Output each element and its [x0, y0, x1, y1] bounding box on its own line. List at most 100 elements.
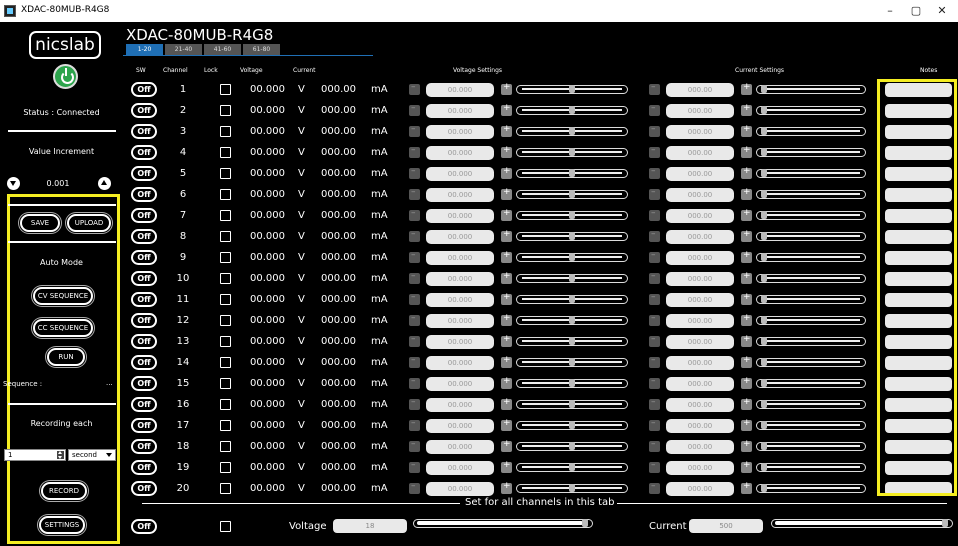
current-slider[interactable]: [756, 232, 866, 241]
current-slider[interactable]: [756, 190, 866, 199]
current-decrement-button[interactable]: [649, 250, 660, 263]
current-increment-button[interactable]: [741, 355, 752, 368]
voltage-increment-button[interactable]: [501, 82, 512, 95]
current-slider[interactable]: [756, 484, 866, 493]
current-decrement-button[interactable]: [649, 355, 660, 368]
channel-switch[interactable]: Off: [131, 334, 157, 349]
current-setting-input[interactable]: 000.00: [666, 482, 734, 496]
voltage-decrement-button[interactable]: [409, 313, 420, 326]
current-increment-button[interactable]: [741, 439, 752, 452]
channel-switch[interactable]: Off: [131, 460, 157, 475]
voltage-decrement-button[interactable]: [409, 481, 420, 494]
voltage-setting-input[interactable]: 00.000: [426, 335, 494, 349]
voltage-setting-input[interactable]: 00.000: [426, 188, 494, 202]
power-icon[interactable]: [53, 64, 78, 89]
voltage-slider[interactable]: [516, 442, 628, 451]
current-decrement-button[interactable]: [649, 439, 660, 452]
lock-checkbox[interactable]: [220, 483, 231, 494]
current-slider[interactable]: [756, 379, 866, 388]
recording-interval-input[interactable]: 1: [4, 449, 66, 461]
lock-checkbox[interactable]: [220, 252, 231, 263]
voltage-increment-button[interactable]: [501, 418, 512, 431]
channel-switch[interactable]: Off: [131, 208, 157, 223]
triangle-down-icon[interactable]: [7, 177, 20, 190]
upload-button[interactable]: UPLOAD: [67, 214, 111, 232]
current-increment-button[interactable]: [741, 418, 752, 431]
voltage-slider[interactable]: [516, 295, 628, 304]
voltage-setting-input[interactable]: 00.000: [426, 482, 494, 496]
voltage-slider[interactable]: [516, 85, 628, 94]
current-decrement-button[interactable]: [649, 460, 660, 473]
current-slider[interactable]: [756, 463, 866, 472]
lock-checkbox[interactable]: [220, 210, 231, 221]
current-setting-input[interactable]: 000.00: [666, 251, 734, 265]
voltage-increment-button[interactable]: [501, 166, 512, 179]
channel-switch[interactable]: Off: [131, 481, 157, 496]
voltage-decrement-button[interactable]: [409, 229, 420, 242]
channel-switch[interactable]: Off: [131, 229, 157, 244]
current-decrement-button[interactable]: [649, 418, 660, 431]
current-increment-button[interactable]: [741, 460, 752, 473]
voltage-increment-button[interactable]: [501, 208, 512, 221]
lock-checkbox[interactable]: [220, 399, 231, 410]
channel-switch[interactable]: Off: [131, 418, 157, 433]
voltage-decrement-button[interactable]: [409, 187, 420, 200]
current-decrement-button[interactable]: [649, 103, 660, 116]
voltage-decrement-button[interactable]: [409, 334, 420, 347]
voltage-decrement-button[interactable]: [409, 208, 420, 221]
voltage-slider[interactable]: [516, 148, 628, 157]
current-setting-input[interactable]: 000.00: [666, 314, 734, 328]
lock-checkbox[interactable]: [220, 189, 231, 200]
current-decrement-button[interactable]: [649, 208, 660, 221]
current-setting-input[interactable]: 000.00: [666, 209, 734, 223]
voltage-setting-input[interactable]: 00.000: [426, 356, 494, 370]
voltage-decrement-button[interactable]: [409, 250, 420, 263]
current-decrement-button[interactable]: [649, 313, 660, 326]
voltage-increment-button[interactable]: [501, 271, 512, 284]
current-decrement-button[interactable]: [649, 334, 660, 347]
lock-checkbox[interactable]: [220, 420, 231, 431]
recording-unit-select[interactable]: second: [68, 449, 116, 461]
close-button[interactable]: ✕: [928, 2, 956, 20]
voltage-decrement-button[interactable]: [409, 355, 420, 368]
voltage-decrement-button[interactable]: [409, 145, 420, 158]
set-all-switch[interactable]: Off: [131, 519, 157, 534]
cv-sequence-button[interactable]: CV SEQUENCE: [33, 287, 93, 305]
lock-checkbox[interactable]: [220, 231, 231, 242]
current-setting-input[interactable]: 000.00: [666, 461, 734, 475]
current-increment-button[interactable]: [741, 313, 752, 326]
voltage-decrement-button[interactable]: [409, 460, 420, 473]
voltage-slider[interactable]: [516, 463, 628, 472]
current-slider[interactable]: [756, 148, 866, 157]
voltage-increment-button[interactable]: [501, 397, 512, 410]
lock-checkbox[interactable]: [220, 462, 231, 473]
channel-switch[interactable]: Off: [131, 103, 157, 118]
lock-checkbox[interactable]: [220, 441, 231, 452]
settings-button[interactable]: SETTINGS: [39, 516, 85, 534]
set-all-current-slider[interactable]: [771, 519, 953, 528]
cc-sequence-button[interactable]: CC SEQUENCE: [33, 319, 93, 337]
current-increment-button[interactable]: [741, 187, 752, 200]
current-increment-button[interactable]: [741, 82, 752, 95]
minimize-button[interactable]: –: [876, 2, 904, 20]
current-setting-input[interactable]: 000.00: [666, 272, 734, 286]
current-increment-button[interactable]: [741, 334, 752, 347]
current-setting-input[interactable]: 000.00: [666, 146, 734, 160]
tab-61-80[interactable]: 61-80: [243, 44, 280, 55]
voltage-slider[interactable]: [516, 421, 628, 430]
lock-checkbox[interactable]: [220, 168, 231, 179]
spinner-arrows-icon[interactable]: [57, 451, 64, 459]
voltage-slider[interactable]: [516, 232, 628, 241]
voltage-slider[interactable]: [516, 106, 628, 115]
current-slider[interactable]: [756, 421, 866, 430]
voltage-increment-button[interactable]: [501, 481, 512, 494]
voltage-setting-input[interactable]: 00.000: [426, 419, 494, 433]
voltage-slider[interactable]: [516, 337, 628, 346]
current-decrement-button[interactable]: [649, 397, 660, 410]
current-decrement-button[interactable]: [649, 124, 660, 137]
current-increment-button[interactable]: [741, 376, 752, 389]
voltage-increment-button[interactable]: [501, 187, 512, 200]
current-slider[interactable]: [756, 442, 866, 451]
current-setting-input[interactable]: 000.00: [666, 83, 734, 97]
voltage-slider[interactable]: [516, 253, 628, 262]
